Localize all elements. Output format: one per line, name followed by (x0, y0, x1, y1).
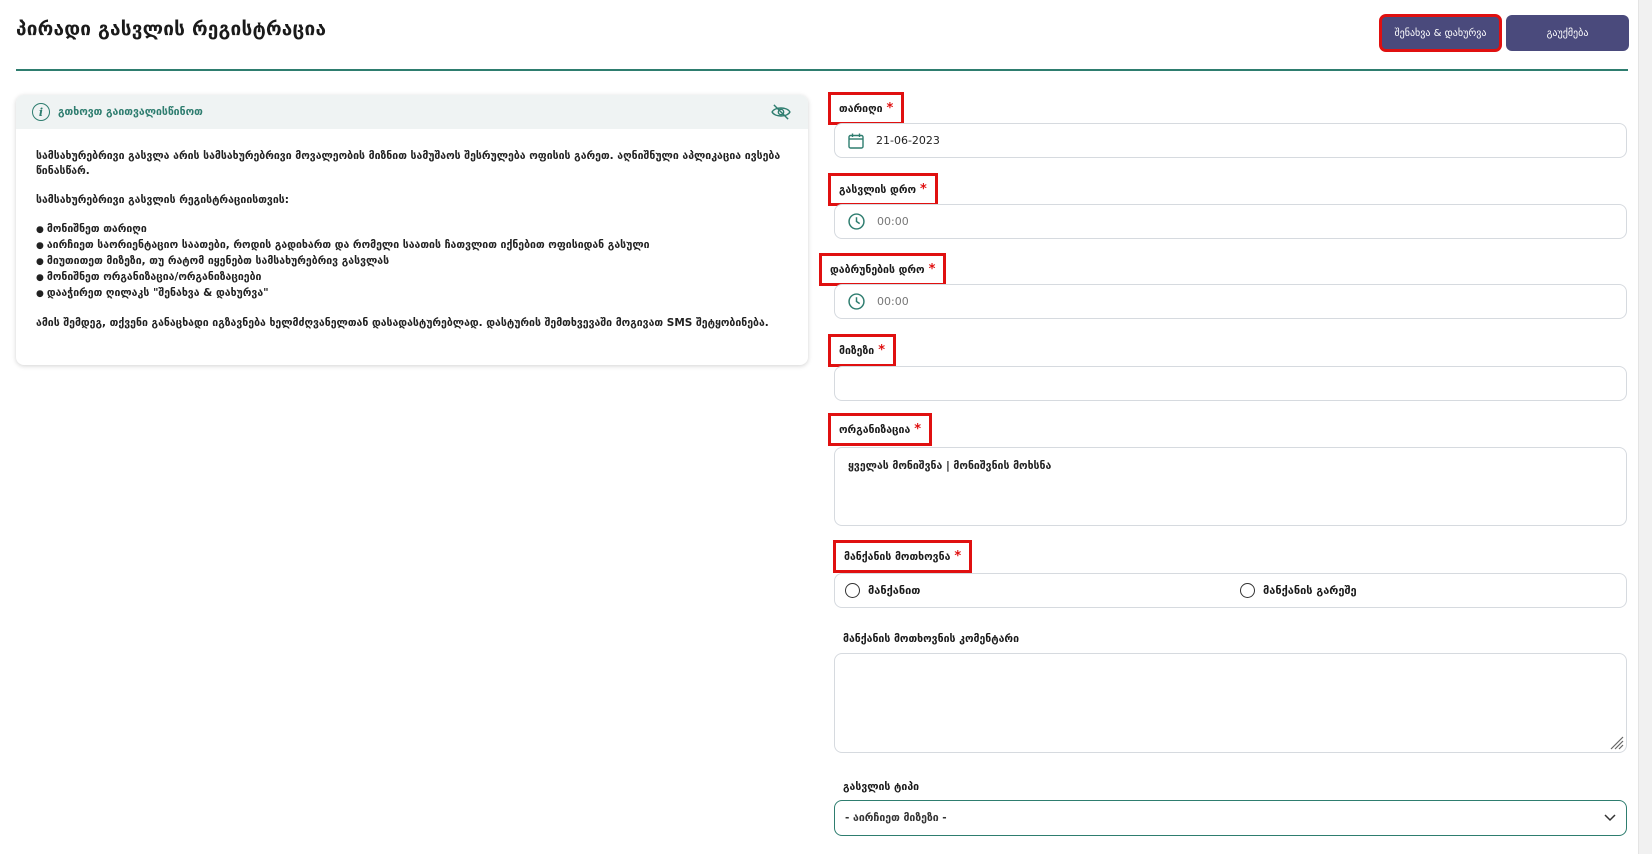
required-marker: * (954, 549, 962, 564)
car-comment-label: მანქანის მოთხოვნის კომენტარი (843, 633, 1019, 645)
list-item: აირჩიეთ საორიენტაციო საათები, როდის გადი… (36, 238, 788, 254)
departure-time-placeholder: 00:00 (877, 215, 909, 228)
info-icon: i (32, 103, 50, 121)
save-and-close-button[interactable]: შენახვა & დახურვა (1379, 14, 1502, 52)
clock-icon (848, 213, 865, 230)
calendar-icon (848, 133, 864, 149)
info-card-title: გთხოვთ გაითვალისწინოთ (58, 106, 203, 118)
info-paragraph-1: სამსახურებრივი გასვლა არის სამსახურებრივ… (36, 150, 781, 177)
resize-handle-icon[interactable] (1608, 734, 1624, 750)
car-request-label: მანქანის მოთხოვნა * (832, 540, 973, 573)
departure-time-field[interactable]: 00:00 (834, 204, 1627, 239)
return-time-label: დაბრუნების დრო * (818, 253, 947, 286)
eye-off-icon[interactable] (770, 104, 792, 120)
required-marker: * (886, 101, 894, 116)
info-card-header: i გთხოვთ გაითვალისწინოთ (16, 95, 808, 129)
departure-time-label: გასვლის დრო * (828, 173, 938, 206)
page-title: პირადი გასვლის რეგისტრაცია (16, 18, 327, 40)
cancel-button[interactable]: გაუქმება (1506, 15, 1629, 51)
organization-field[interactable]: ყველას მონიშვნა | მონიშვნის მოხსნა (834, 447, 1627, 526)
exit-type-select[interactable]: - აირჩიეთ მიზეზი - (834, 800, 1627, 836)
organization-select-all-toggle[interactable]: ყველას მონიშვნა | მონიშვნის მოხსნა (848, 460, 1051, 472)
header-divider (16, 69, 1628, 71)
list-item: მიუთითეთ მიზეზი, თუ რატომ იყენებთ სამსახ… (36, 254, 788, 270)
required-marker: * (878, 343, 886, 358)
list-item: დააჭირეთ ღილაკს "შენახვა & დახურვა" (36, 286, 788, 302)
reason-label: მიზეზი * (827, 334, 897, 367)
date-label: თარიღი * (827, 92, 905, 125)
info-card: i გთხოვთ გაითვალისწინოთ სამსახურებრივი გ… (16, 95, 808, 365)
return-time-placeholder: 00:00 (877, 295, 909, 308)
required-marker: * (928, 262, 936, 277)
radio-circle[interactable] (845, 583, 860, 598)
info-paragraph-2: სამსახურებრივი გასვლის რეგისტრაციისთვის: (36, 194, 289, 206)
list-item: მონიშნეთ თარიღი (36, 222, 788, 238)
radio-without-car[interactable]: მანქანის გარეშე (1240, 583, 1357, 598)
radio-circle[interactable] (1240, 583, 1255, 598)
organization-label: ორგანიზაცია * (827, 413, 933, 446)
date-field[interactable]: 21-06-2023 (834, 123, 1627, 158)
required-marker: * (920, 182, 927, 197)
clock-icon (848, 293, 865, 310)
info-card-body: სამსახურებრივი გასვლა არის სამსახურებრივ… (16, 129, 808, 331)
car-request-field: მანქანით მანქანის გარეშე (834, 573, 1627, 608)
reason-input[interactable] (834, 366, 1627, 401)
chevron-down-icon (1604, 814, 1616, 822)
return-time-field[interactable]: 00:00 (834, 284, 1627, 319)
date-value: 21-06-2023 (876, 134, 940, 147)
info-paragraph-3: ამის შემდეგ, თქვენი განაცხადი იგზავნება … (36, 317, 769, 329)
page-scrollbar[interactable] (1638, 0, 1652, 854)
car-comment-textarea[interactable] (834, 653, 1627, 753)
required-marker: * (914, 422, 922, 437)
exit-type-label: გასვლის ტიპი (843, 781, 920, 793)
info-bullet-list: მონიშნეთ თარიღი აირჩიეთ საორიენტაციო საა… (36, 222, 788, 302)
radio-with-car[interactable]: მანქანით (845, 583, 920, 598)
exit-type-selected: - აირჩიეთ მიზეზი - (845, 812, 947, 824)
list-item: მონიშნეთ ორგანიზაცია/ორგანიზაციები (36, 270, 788, 286)
